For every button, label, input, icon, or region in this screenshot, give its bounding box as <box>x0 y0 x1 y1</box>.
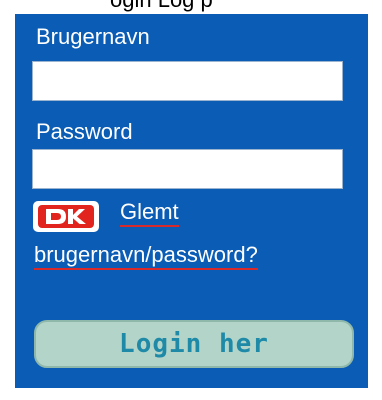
username-input[interactable] <box>32 61 343 101</box>
forgot-credentials-link-continued[interactable]: brugernavn/password? <box>34 242 258 270</box>
username-label: Brugernavn <box>36 24 150 49</box>
dk-logo <box>33 201 99 232</box>
dk-logo-badge <box>38 205 94 228</box>
login-button[interactable]: Login her <box>34 320 354 368</box>
dk-logo-icon <box>46 209 86 224</box>
password-input[interactable] <box>32 149 343 189</box>
clipped-heading-text: ogin Log p <box>110 0 213 13</box>
forgot-credentials-link[interactable]: Glemt <box>120 199 179 227</box>
password-label: Password <box>36 119 133 144</box>
clipped-heading: ogin Log p <box>0 0 382 14</box>
